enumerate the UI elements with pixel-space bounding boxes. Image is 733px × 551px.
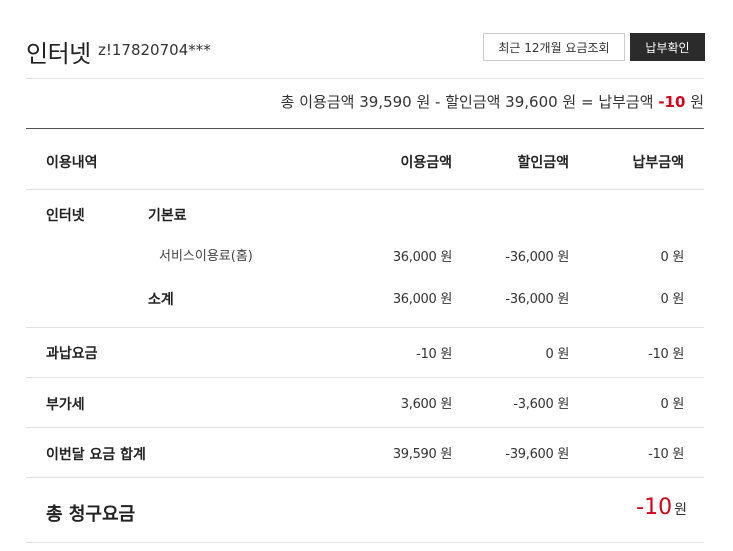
summary-unit: 원 — [685, 93, 704, 111]
account-id: z!17820704*** — [98, 41, 211, 59]
col-header-item: 이용내역 — [46, 155, 98, 171]
divider — [26, 327, 704, 328]
divider — [26, 427, 704, 428]
basic-fee-label: 기본료 — [148, 208, 187, 224]
total-billed-unit: 원 — [674, 502, 687, 518]
summary-text: 총 이용금액 39,590 원 - 할인금액 39,600 원 = 납부금액 — [280, 93, 659, 111]
table-top-border — [26, 128, 704, 129]
subtotal-usage: 36,000 원 — [392, 292, 452, 307]
service-fee-payment: 0 원 — [660, 250, 685, 265]
total-billed-amount: -10 — [636, 495, 673, 520]
service-fee-usage: 36,000 원 — [392, 250, 452, 265]
summary-payment-amount: -10 — [658, 93, 686, 111]
subtotal-discount: -36,000 원 — [505, 292, 569, 307]
total-billed-value: -10 원 — [636, 495, 687, 520]
total-billed-label: 총 청구요금 — [46, 504, 136, 525]
payment-confirm-button[interactable]: 납부확인 — [630, 33, 705, 61]
subtotal-payment: 0 원 — [660, 292, 685, 307]
overpay-payment: -10 원 — [648, 347, 684, 362]
overpay-label: 과납요금 — [46, 346, 98, 362]
subtotal-label: 소계 — [148, 292, 174, 308]
col-header-usage: 이용금액 — [400, 155, 452, 171]
page-title: 인터넷 — [26, 40, 91, 68]
service-fee-name: 서비스이용료(홈) — [159, 249, 253, 264]
service-fee-discount: -36,000 원 — [505, 250, 569, 265]
month-total-usage: 39,590 원 — [392, 447, 452, 462]
overpay-discount: 0 원 — [545, 347, 570, 362]
month-total-discount: -39,600 원 — [505, 447, 569, 462]
summary-line: 총 이용금액 39,590 원 - 할인금액 39,600 원 = 납부금액 -… — [281, 91, 704, 112]
divider — [26, 477, 704, 478]
vat-label: 부가세 — [46, 397, 85, 413]
overpay-usage: -10 원 — [416, 347, 452, 362]
bill-header: 인터넷 z!17820704*** 최근 12개월 요금조회 납부확인 — [26, 28, 705, 68]
table-bottom-border — [26, 542, 704, 543]
month-total-payment: -10 원 — [648, 447, 684, 462]
month-total-label: 이번달 요금 합계 — [46, 447, 146, 463]
col-header-payment: 납부금액 — [632, 155, 684, 171]
col-header-discount: 할인금액 — [517, 155, 569, 171]
vat-usage: 3,600 원 — [400, 397, 453, 412]
vat-payment: 0 원 — [660, 397, 685, 412]
divider — [26, 189, 704, 190]
category-internet: 인터넷 — [46, 208, 85, 224]
vat-discount: -3,600 원 — [513, 397, 569, 412]
divider — [26, 377, 704, 378]
divider — [26, 78, 704, 79]
history-12-months-button[interactable]: 최근 12개월 요금조회 — [483, 33, 625, 61]
